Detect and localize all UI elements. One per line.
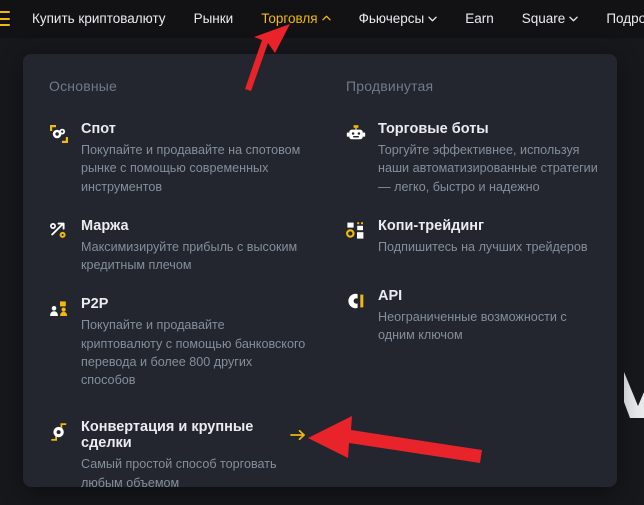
menu-item-title-text: Торговые боты xyxy=(378,121,489,137)
menu-item-title: Копи-трейдинг xyxy=(378,218,603,234)
nav-item-trade[interactable]: Торговля xyxy=(247,0,344,38)
dropdown-column-basic: Основные Спот Покупайте и продавайте на … xyxy=(23,78,320,487)
menu-item-description: Торгуйте эффективнее, используя наши авт… xyxy=(378,143,598,194)
menu-item-description: Покупайте и продавайте криптовалюту с по… xyxy=(81,318,306,387)
dropdown-columns: Основные Спот Покупайте и продавайте на … xyxy=(23,54,617,487)
nav-item-square[interactable]: Square xyxy=(508,0,593,38)
menu-item-title: P2P xyxy=(81,296,306,312)
nav-item-more[interactable]: Подро xyxy=(592,0,644,38)
menu-item-title: Спот xyxy=(81,121,306,137)
convert-icon xyxy=(49,422,69,442)
copy-trading-icon xyxy=(346,221,366,241)
chevron-up-icon xyxy=(321,14,331,23)
nav-item-futures[interactable]: Фьючерсы xyxy=(345,0,452,38)
menu-item-text: P2P Покупайте и продавайте криптовалюту … xyxy=(81,296,306,389)
menu-item-text: Спот Покупайте и продавайте на спотовом … xyxy=(81,121,306,196)
nav-item-label: Рынки xyxy=(193,11,234,26)
menu-item-title: Торговые боты xyxy=(378,121,603,137)
hamburger-menu-icon[interactable] xyxy=(0,11,11,26)
nav-item-buy-crypto[interactable]: Купить криптовалюту xyxy=(18,0,180,38)
column-title-advanced: Продвинутая xyxy=(346,78,434,94)
menu-item-title-text: Конвертация и крупные сделки xyxy=(81,419,254,452)
hamburger-line xyxy=(0,11,10,13)
api-icon xyxy=(346,291,366,311)
nav-item-label: Купить криптовалюту xyxy=(32,11,166,26)
menu-item-p2p[interactable]: P2P Покупайте и продавайте криптовалюту … xyxy=(49,296,306,389)
menu-item-title-text: API xyxy=(378,288,403,304)
p2p-people-icon xyxy=(49,299,69,319)
top-navigation-bar: Купить криптовалюту Рынки Торговля Фьюче… xyxy=(0,0,644,38)
hamburger-line xyxy=(0,24,10,26)
menu-item-description: Покупайте и продавайте на спотовом рынке… xyxy=(81,143,301,194)
menu-item-trading-bots[interactable]: Торговые боты Торгуйте эффективнее, испо… xyxy=(346,121,603,196)
menu-item-text: Конвертация и крупные сделки Самый прост… xyxy=(81,419,306,487)
nav-item-label: Торговля xyxy=(261,11,318,26)
menu-item-title-text: Копи-трейдинг xyxy=(378,217,485,234)
nav-item-label: Фьючерсы xyxy=(358,11,425,26)
menu-item-title: Конвертация и крупные сделки xyxy=(81,419,306,451)
nav-item-label: Подро xyxy=(606,11,644,26)
menu-item-margin[interactable]: Маржа Максимизируйте прибыль с высоким к… xyxy=(49,218,306,275)
arrow-right-icon xyxy=(290,429,306,441)
menu-item-text: API Неограниченные возможности с одним к… xyxy=(378,288,603,345)
trading-bot-icon xyxy=(346,124,366,144)
page-background-chevron-icon xyxy=(624,372,644,418)
menu-item-text: Маржа Максимизируйте прибыль с высоким к… xyxy=(81,218,306,275)
trade-dropdown-panel: Основные Спот Покупайте и продавайте на … xyxy=(23,54,617,487)
menu-item-description: Неограниченные возможности с одним ключо… xyxy=(378,310,567,343)
nav-item-list: Купить криптовалюту Рынки Торговля Фьюче… xyxy=(18,0,644,38)
menu-item-copy-trading[interactable]: Копи-трейдинг Подпишитесь на лучших трей… xyxy=(346,218,603,256)
menu-item-title-text: P2P xyxy=(81,296,109,313)
menu-item-title: API xyxy=(378,288,603,304)
hamburger-line xyxy=(0,17,10,20)
chevron-down-icon xyxy=(569,14,579,23)
nav-item-label: Earn xyxy=(465,11,494,26)
column-title-basic: Основные xyxy=(49,78,118,94)
chevron-down-icon xyxy=(428,14,437,23)
screen-root: Купить криптовалюту Рынки Торговля Фьюче… xyxy=(0,0,644,505)
nav-item-markets[interactable]: Рынки xyxy=(180,0,248,38)
menu-item-api[interactable]: API Неограниченные возможности с одним к… xyxy=(346,288,603,345)
menu-item-title-text: Спот xyxy=(81,121,116,137)
menu-item-convert[interactable]: Конвертация и крупные сделки Самый прост… xyxy=(49,419,306,487)
menu-item-title-text: Маржа xyxy=(81,217,129,234)
menu-item-text: Торговые боты Торгуйте эффективнее, испо… xyxy=(378,121,603,196)
margin-percent-icon xyxy=(49,221,69,241)
menu-item-text: Копи-трейдинг Подпишитесь на лучших трей… xyxy=(378,218,603,256)
menu-item-description: Подпишитесь на лучших трейдеров xyxy=(378,239,588,254)
menu-item-title: Маржа xyxy=(81,218,306,234)
spot-coins-icon xyxy=(49,124,69,144)
menu-item-spot[interactable]: Спот Покупайте и продавайте на спотовом … xyxy=(49,121,306,196)
dropdown-column-advanced: Продвинутая Торговые боты Торгуйте эффек… xyxy=(320,78,617,487)
menu-item-description: Самый простой способ торговать любым объ… xyxy=(81,457,277,487)
nav-item-earn[interactable]: Earn xyxy=(451,0,508,38)
nav-item-label: Square xyxy=(521,11,566,26)
menu-item-description: Максимизируйте прибыль с высоким кредитн… xyxy=(81,239,298,272)
